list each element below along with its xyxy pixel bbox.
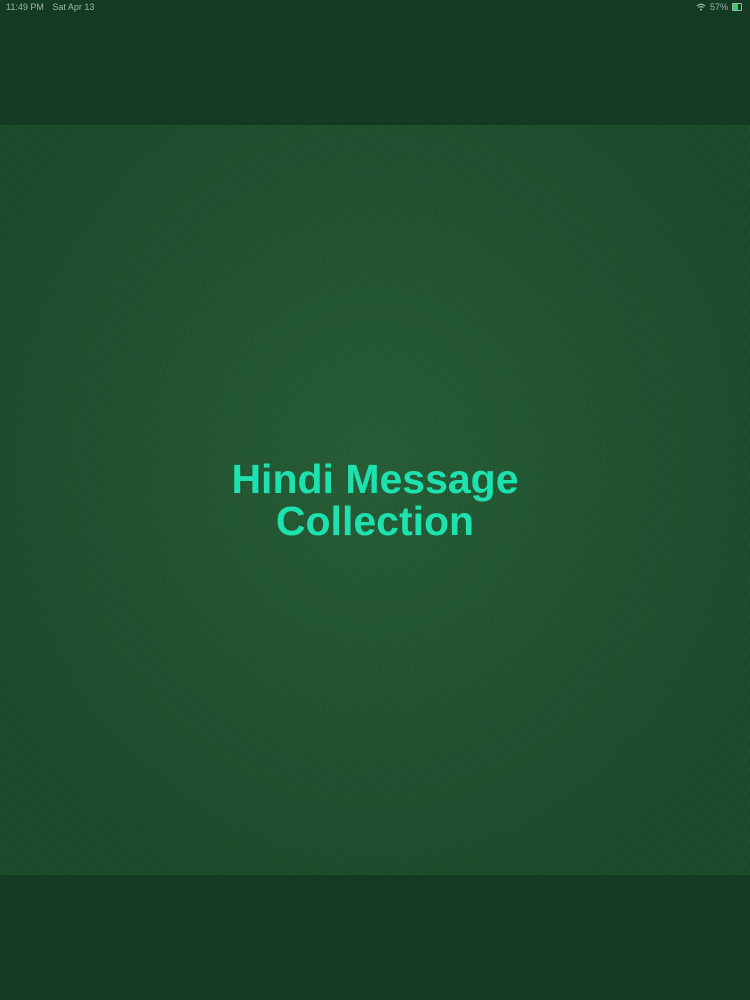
status-right: 57% [696, 0, 742, 14]
app-title-line-2: Collection [275, 498, 475, 544]
wifi-icon [696, 3, 706, 11]
battery-icon [732, 3, 742, 11]
battery-percent: 57% [709, 2, 728, 12]
app-title-line-1: Hindi Message [231, 456, 519, 502]
battery-level-fill [733, 4, 738, 10]
app-title: Hindi Message Collection [0, 458, 750, 542]
status-date: Sat Apr 13 [52, 2, 95, 12]
status-bar: 11:49 PM Sat Apr 13 57% [0, 0, 750, 14]
status-time: 11:49 PM [6, 2, 44, 12]
status-left: 11:49 PM Sat Apr 13 [6, 0, 94, 14]
